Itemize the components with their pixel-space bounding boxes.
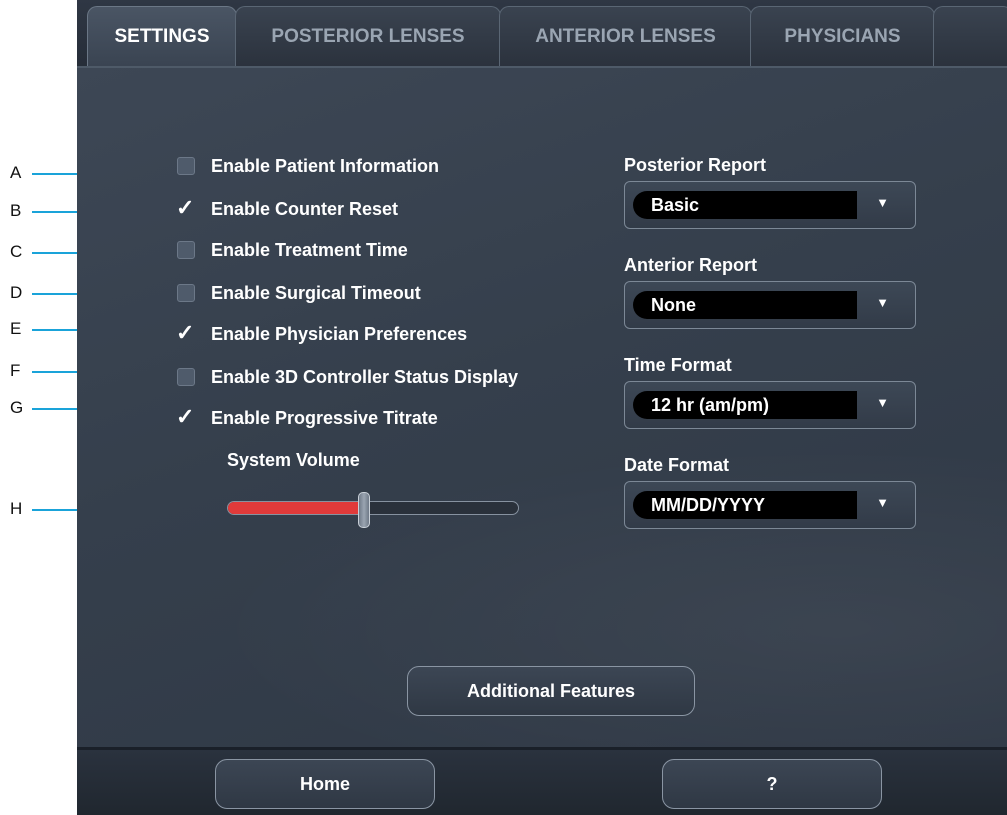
option-treatment-time[interactable]: Enable Treatment Time (177, 238, 408, 262)
additional-features-button[interactable]: Additional Features (407, 666, 695, 716)
option-patient-information[interactable]: Enable Patient Information (177, 154, 439, 178)
option-surgical-timeout[interactable]: Enable Surgical Timeout (177, 281, 421, 305)
checkbox-checked[interactable]: ✓ (176, 320, 195, 345)
volume-slider-thumb[interactable] (358, 492, 371, 528)
tab-label: PHYSICIANS (784, 25, 901, 47)
checkbox-checked[interactable]: ✓ (176, 195, 195, 220)
callout-letter: F (10, 361, 21, 380)
tab-extra[interactable] (933, 6, 1007, 66)
tab-posterior-lenses[interactable]: POSTERIOR LENSES (235, 6, 501, 66)
dropdown-arrow-icon: ▼ (876, 395, 889, 410)
select-value: Basic (633, 191, 857, 219)
option-label: Enable Physician Preferences (211, 323, 468, 344)
posterior-report-label: Posterior Report (624, 155, 767, 175)
button-label: Home (299, 773, 350, 794)
select-value: 12 hr (am/pm) (633, 391, 857, 419)
checkbox[interactable] (177, 241, 195, 259)
checkmark-icon: ✓ (176, 320, 195, 345)
date-format-select[interactable]: MM/DD/YYYY ▼ (624, 481, 916, 529)
anterior-report-select[interactable]: None ▼ (624, 281, 916, 329)
callout-letter: A (10, 163, 22, 182)
volume-slider-fill (228, 502, 365, 514)
checkbox[interactable] (177, 284, 195, 302)
time-format-select[interactable]: 12 hr (am/pm) ▼ (624, 381, 916, 429)
device-panel: SETTINGS POSTERIOR LENSES ANTERIOR LENSE… (77, 0, 1007, 815)
tab-settings[interactable]: SETTINGS (87, 6, 237, 66)
tab-anterior-lenses[interactable]: ANTERIOR LENSES (499, 6, 752, 66)
option-label: Enable Counter Reset (211, 198, 399, 219)
option-counter-reset[interactable]: ✓ Enable Counter Reset (176, 195, 399, 221)
callout-letter: C (10, 242, 23, 261)
checkbox[interactable] (177, 368, 195, 386)
callout-letter: H (10, 499, 23, 518)
option-label: Enable Surgical Timeout (211, 282, 421, 303)
button-label: Additional Features (466, 680, 636, 701)
posterior-report-select[interactable]: Basic ▼ (624, 181, 916, 229)
checkbox[interactable] (177, 157, 195, 175)
callout-letter: D (10, 283, 23, 302)
anterior-report-label: Anterior Report (624, 255, 758, 275)
settings-content: Enable Patient Information ✓ Enable Coun… (77, 66, 1007, 750)
option-label: Enable Progressive Titrate (211, 407, 438, 428)
checkmark-icon: ✓ (176, 404, 195, 429)
select-value: MM/DD/YYYY (633, 491, 857, 519)
option-label: Enable 3D Controller Status Display (211, 366, 519, 387)
tab-label: ANTERIOR LENSES (535, 25, 716, 47)
callout-letter: E (10, 319, 22, 338)
option-3d-controller-status[interactable]: Enable 3D Controller Status Display (177, 365, 518, 389)
tab-bar: SETTINGS POSTERIOR LENSES ANTERIOR LENSE… (77, 0, 1007, 70)
dropdown-arrow-icon: ▼ (876, 495, 889, 510)
option-progressive-titrate[interactable]: ✓ Enable Progressive Titrate (176, 404, 438, 430)
checkbox-checked[interactable]: ✓ (176, 404, 195, 429)
dropdown-arrow-icon: ▼ (876, 195, 889, 210)
option-label: Enable Patient Information (211, 155, 440, 176)
time-format-label: Time Format (624, 355, 732, 375)
date-format-label: Date Format (624, 455, 730, 475)
home-button[interactable]: Home (215, 759, 435, 809)
volume-slider[interactable] (227, 492, 519, 528)
tab-physicians[interactable]: PHYSICIANS (750, 6, 935, 66)
option-label: Enable Treatment Time (211, 239, 408, 260)
option-physician-preferences[interactable]: ✓ Enable Physician Preferences (176, 320, 468, 346)
volume-label: System Volume (227, 450, 360, 470)
dropdown-arrow-icon: ▼ (876, 295, 889, 310)
select-value: None (633, 291, 857, 319)
checkmark-icon: ✓ (176, 195, 195, 220)
callout-letter: G (10, 398, 24, 417)
help-button[interactable]: ? (662, 759, 882, 809)
bottom-bar: Home ? (77, 750, 1007, 815)
tab-label: SETTINGS (114, 25, 210, 47)
callout-letter: B (10, 201, 22, 220)
button-label: ? (766, 773, 778, 794)
tab-label: POSTERIOR LENSES (271, 25, 465, 47)
